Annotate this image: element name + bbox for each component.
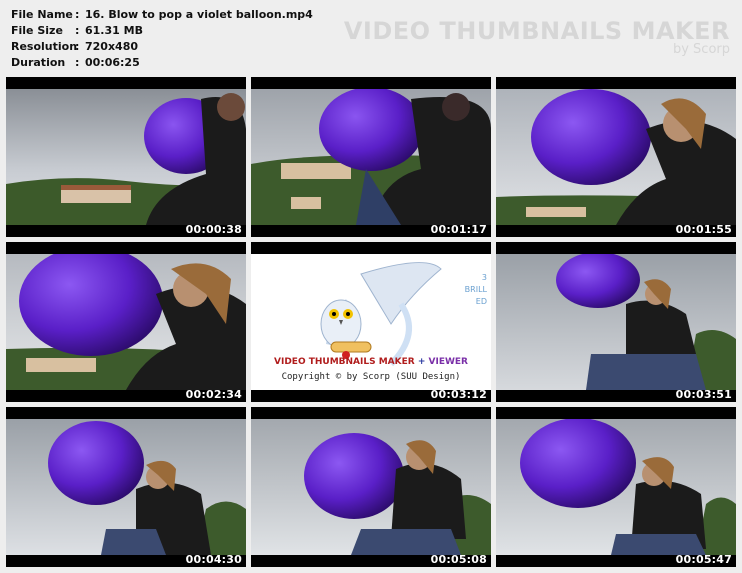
brand-subtitle: by Scorp [672, 42, 730, 57]
video-frame [6, 419, 246, 555]
thumbnail[interactable]: 00:05:47 [496, 407, 736, 567]
thumbnail[interactable]: 00:00:38 [6, 77, 246, 237]
timestamp: 00:03:12 [430, 388, 487, 401]
brand-title: VIDEO THUMBNAILS MAKER [343, 17, 730, 45]
file-size-label: File Size [11, 24, 63, 37]
separator: : [75, 56, 80, 69]
timestamp: 00:01:17 [430, 223, 487, 236]
file-info-panel: File Name : 16. Blow to pop a violet bal… [11, 7, 313, 71]
duration-value: 00:06:25 [85, 56, 140, 69]
timestamp: 00:01:55 [675, 223, 732, 236]
timestamp: 00:04:30 [185, 553, 242, 566]
video-frame [496, 419, 736, 555]
thumbnail[interactable]: 00:05:08 [251, 407, 491, 567]
logo-title-plus: + [414, 357, 429, 367]
logo-side-text: 3 BRILL ED [465, 272, 487, 308]
timestamp: 00:03:51 [675, 388, 732, 401]
file-size-value: 61.31 MB [85, 24, 143, 37]
logo-title-part1: VIDEO THUMBNAILS MAKER [274, 357, 415, 367]
video-frame [496, 89, 736, 225]
logo-side-line: 3 [481, 273, 487, 282]
video-frame [6, 89, 246, 225]
logo-side-line: ED [475, 297, 487, 306]
video-frame [496, 254, 736, 390]
video-frame [6, 254, 246, 390]
logo-frame: 3 BRILL ED VIDEO THUMBNAILS MAKER + VIEW… [251, 254, 491, 390]
owl-logo-icon [320, 262, 442, 367]
file-size-row: File Size : 61.31 MB [11, 23, 313, 39]
timestamp: 00:05:47 [675, 553, 732, 566]
thumbnail[interactable]: 00:02:34 [6, 242, 246, 402]
video-frame [251, 419, 491, 555]
resolution-row: Resolution : 720x480 [11, 39, 313, 55]
separator: : [75, 40, 80, 53]
file-name-row: File Name : 16. Blow to pop a violet bal… [11, 7, 313, 23]
resolution-label: Resolution [11, 40, 78, 53]
file-name-label: File Name [11, 8, 73, 21]
timestamp: 00:02:34 [185, 388, 242, 401]
logo-title: VIDEO THUMBNAILS MAKER + VIEWER [251, 357, 491, 367]
thumbnail[interactable]: 00:04:30 [6, 407, 246, 567]
duration-row: Duration : 00:06:25 [11, 55, 313, 71]
duration-label: Duration [11, 56, 66, 69]
thumbnail[interactable]: 00:01:55 [496, 77, 736, 237]
timestamp: 00:05:08 [430, 553, 487, 566]
logo-title-part2: VIEWER [428, 357, 468, 367]
separator: : [75, 24, 80, 37]
separator: : [75, 8, 80, 21]
resolution-value: 720x480 [85, 40, 139, 53]
file-name-value: 16. Blow to pop a violet balloon.mp4 [85, 8, 313, 21]
program-logo-card: 3 BRILL ED VIDEO THUMBNAILS MAKER + VIEW… [251, 242, 491, 402]
logo-copyright: Copyright © by Scorp (SUU Design) [281, 372, 461, 382]
thumbnail[interactable]: 00:01:17 [251, 77, 491, 237]
thumbnail[interactable]: 00:03:51 [496, 242, 736, 402]
timestamp: 00:00:38 [185, 223, 242, 236]
brand-watermark: VIDEO THUMBNAILS MAKER by Scorp [344, 18, 730, 57]
video-frame [251, 89, 491, 225]
logo-side-line: BRILL [464, 285, 487, 294]
